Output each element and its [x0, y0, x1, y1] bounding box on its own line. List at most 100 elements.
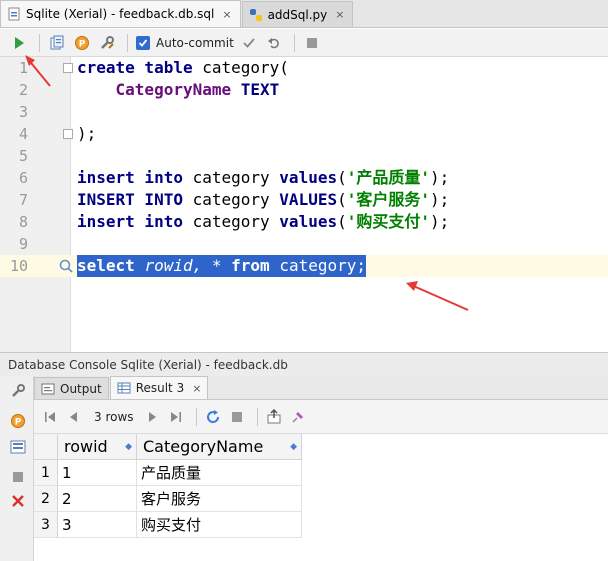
close-icon[interactable]: × — [335, 8, 344, 21]
explain-plan-button[interactable] — [46, 32, 68, 54]
play-icon — [15, 36, 24, 49]
code-token: category — [192, 212, 280, 231]
code-token: CategoryName — [115, 80, 232, 99]
code-line[interactable]: 2 CategoryName TEXT — [0, 79, 608, 101]
tab-result-3[interactable]: Result 3 × — [109, 376, 209, 399]
svg-text:P: P — [79, 39, 86, 49]
settings-button[interactable] — [96, 32, 118, 54]
stop-icon[interactable] — [227, 407, 247, 427]
code-line[interactable]: 4); — [0, 123, 608, 145]
row-number[interactable]: 3 — [34, 512, 58, 538]
code-line[interactable]: 1 create table category( — [0, 57, 608, 79]
table-cell[interactable]: 2 — [58, 486, 137, 512]
table-cell[interactable]: 购买支付 — [137, 512, 302, 538]
code-token: category — [192, 168, 280, 187]
code-token: ( — [337, 212, 347, 231]
row-count: 3 rows — [94, 409, 134, 424]
code-line[interactable]: 3 — [0, 101, 608, 123]
tab-addsql-py[interactable]: addSql.py × — [241, 1, 354, 27]
code-token: values — [279, 168, 338, 187]
line-number: 7 — [18, 191, 28, 209]
table-cell[interactable]: 客户服务 — [137, 486, 302, 512]
sql-editor[interactable]: 1 create table category(2 CategoryName TE… — [0, 57, 608, 352]
code-line[interactable]: 10 select rowid, * from category; — [0, 255, 608, 277]
tab-output[interactable]: Output — [34, 377, 109, 399]
stop-button[interactable] — [301, 32, 323, 54]
parameters-button[interactable]: P — [71, 32, 93, 54]
undo-icon — [267, 37, 279, 48]
code-text: insert into category values('产品质量'); — [77, 167, 449, 189]
row-number[interactable]: 2 — [34, 486, 58, 512]
table-cell[interactable]: 3 — [58, 512, 137, 538]
line-number: 2 — [18, 81, 28, 99]
table-icon — [117, 381, 131, 395]
commit-button[interactable] — [238, 32, 260, 54]
parameter-icon[interactable]: P — [9, 412, 27, 430]
code-token: category — [192, 190, 280, 209]
line-number: 5 — [18, 147, 28, 165]
code-token: rowid — [144, 256, 193, 275]
first-page-icon[interactable] — [40, 407, 60, 427]
intention-bulb-icon[interactable] — [58, 258, 74, 274]
code-token: '购买支付' — [346, 212, 431, 231]
output-icon — [41, 382, 55, 396]
row-number-header — [34, 434, 58, 460]
code-token: insert into — [77, 212, 193, 231]
code-line[interactable]: 7 INSERT INTO category VALUES('客户服务'); — [0, 189, 608, 211]
rollback-button[interactable] — [263, 32, 285, 54]
table-cell[interactable]: 产品质量 — [137, 460, 302, 486]
editor-toolbar: P Auto-commit — [0, 29, 608, 57]
last-page-icon[interactable] — [166, 407, 186, 427]
code-token: ); — [430, 168, 450, 187]
settings-icon[interactable] — [9, 382, 27, 400]
row-number[interactable]: 1 — [34, 460, 58, 486]
code-text: create table category( — [77, 57, 289, 79]
editor-tab-bar: Sqlite (Xerial) - feedback.db.sql × addS… — [0, 0, 608, 28]
code-token: category( — [202, 58, 289, 77]
layout-icon[interactable] — [9, 438, 27, 456]
line-number: 4 — [18, 125, 28, 143]
tab-feedback-sql[interactable]: Sqlite (Xerial) - feedback.db.sql × — [0, 0, 241, 27]
python-file-icon — [249, 8, 263, 22]
code-token: '客户服务' — [346, 190, 431, 209]
run-button[interactable] — [8, 32, 30, 54]
sort-icon[interactable]: ◆ — [290, 434, 297, 460]
close-icon[interactable] — [9, 492, 27, 510]
export-icon[interactable] — [264, 407, 284, 427]
tab-label: Output — [60, 381, 102, 396]
code-token: from — [231, 256, 280, 275]
svg-text:P: P — [15, 418, 22, 428]
next-page-icon[interactable] — [142, 407, 162, 427]
previous-page-icon[interactable] — [64, 407, 84, 427]
sort-icon[interactable]: ◆ — [125, 434, 132, 460]
close-icon[interactable]: × — [222, 8, 231, 21]
column-header-label: CategoryName — [143, 437, 264, 456]
check-icon — [138, 38, 148, 47]
fold-marker-icon[interactable] — [63, 129, 73, 139]
refresh-icon[interactable] — [203, 407, 223, 427]
tab-label: addSql.py — [267, 7, 328, 22]
code-line[interactable]: 8 insert into category values('购买支付'); — [0, 211, 608, 233]
code-line[interactable]: 6 insert into category values('产品质量'); — [0, 167, 608, 189]
column-header-categoryname[interactable]: CategoryName ◆ — [137, 434, 302, 460]
close-icon[interactable]: × — [192, 382, 201, 395]
toolbar-separator — [293, 33, 295, 52]
auto-commit-toggle[interactable]: Auto-commit — [136, 35, 234, 50]
code-line[interactable]: 9 — [0, 233, 608, 255]
column-header-rowid[interactable]: rowid ◆ — [58, 434, 137, 460]
fold-marker-icon[interactable] — [63, 63, 73, 73]
auto-commit-label: Auto-commit — [156, 35, 234, 50]
checkbox-checked[interactable] — [136, 35, 150, 50]
table-cell[interactable]: 1 — [58, 460, 137, 486]
plan-icon — [50, 35, 64, 49]
line-number: 9 — [18, 235, 28, 253]
code-text: insert into category values('购买支付'); — [77, 211, 449, 233]
pin-icon[interactable] — [288, 407, 308, 427]
line-number: 10 — [9, 257, 28, 275]
result-grid[interactable]: rowid ◆ CategoryName ◆ 1 1 产品质量 2 2 客户服务 3 3 购买支… — [34, 434, 608, 561]
code-text: CategoryName TEXT — [77, 79, 280, 101]
code-line[interactable]: 5 — [0, 145, 608, 167]
parameter-icon: P — [75, 35, 89, 50]
stop-icon[interactable] — [9, 468, 27, 486]
toolbar-separator — [39, 33, 40, 52]
